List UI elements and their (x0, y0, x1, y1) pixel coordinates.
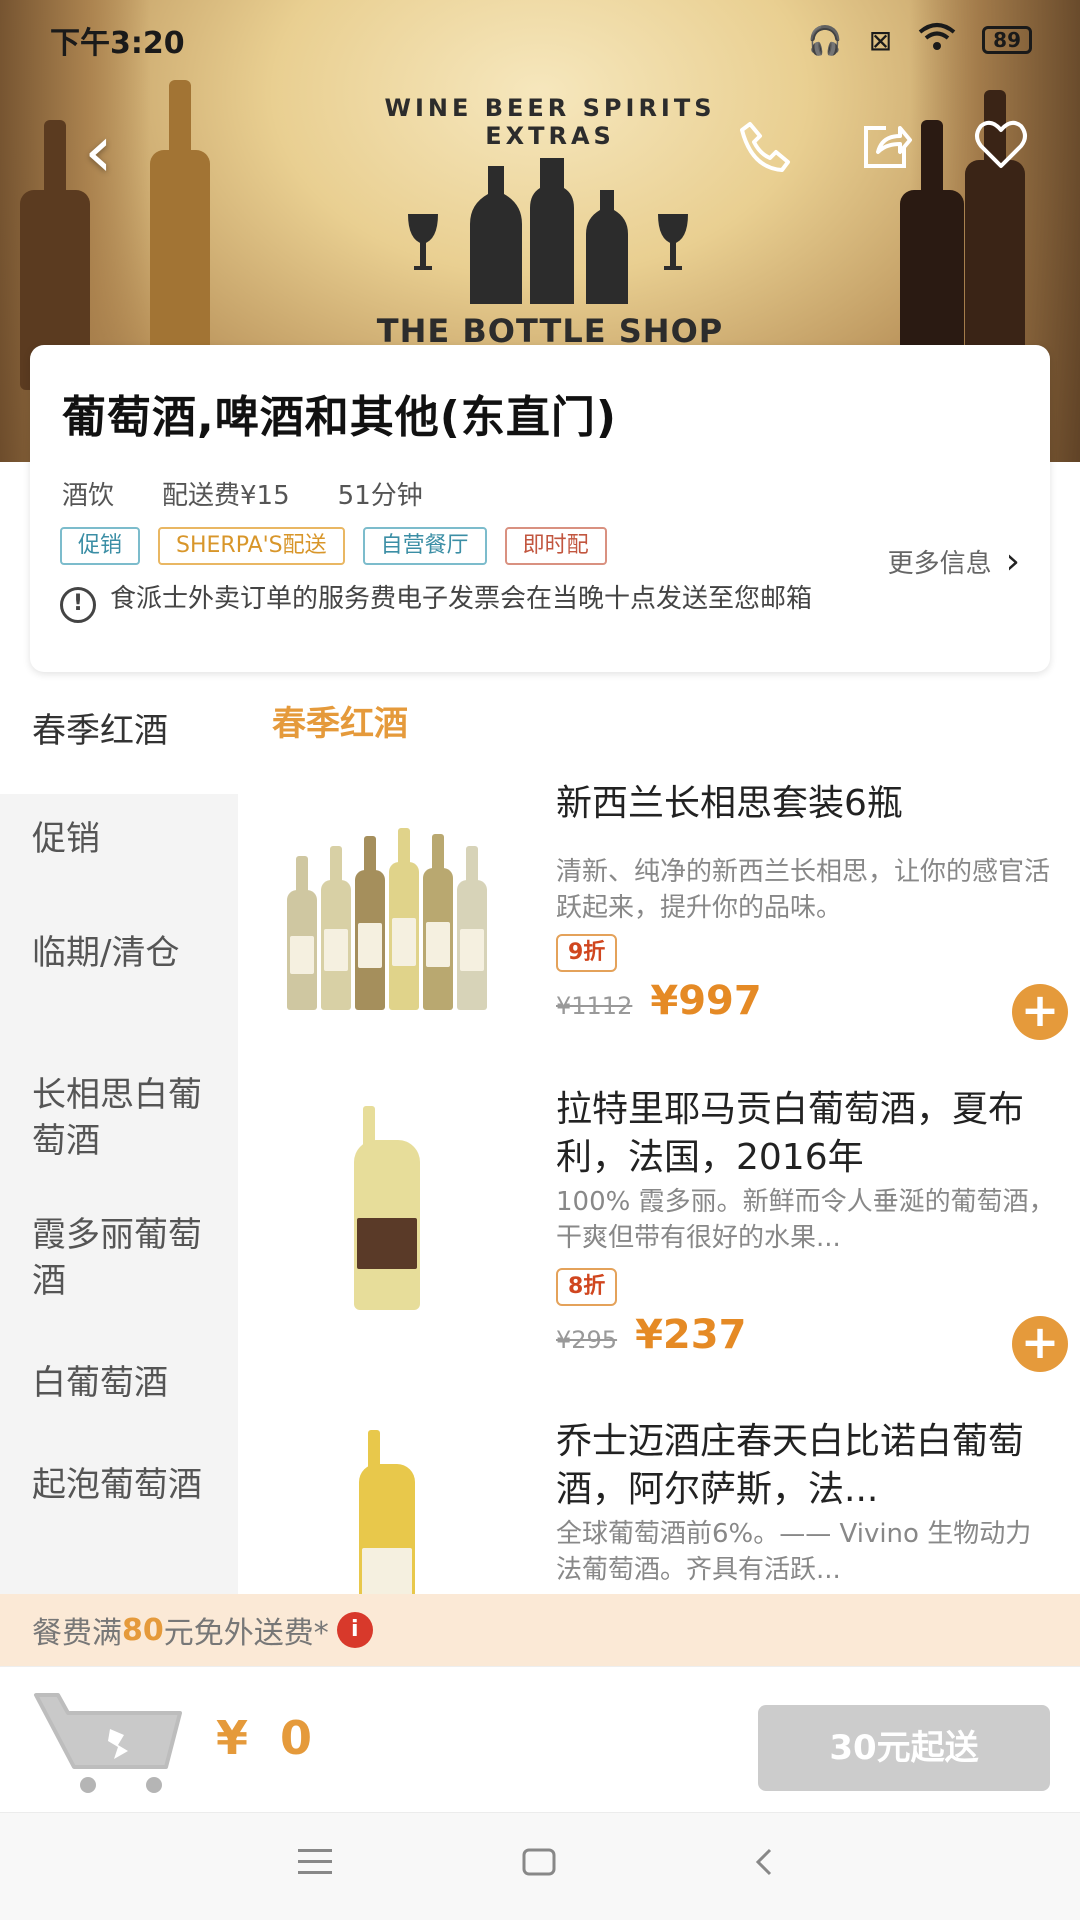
product-description: 100% 霞多丽。新鲜而令人垂涎的葡萄酒，干爽但带有很好的水果... (556, 1187, 1055, 1253)
cart-total: ¥ 0 (216, 1711, 321, 1765)
tag-promotion: 促销 (60, 527, 141, 565)
add-to-cart-button[interactable]: + (1012, 984, 1068, 1040)
delivery-time: 51分钟 (337, 481, 423, 511)
category-sidebar: 春季红酒 促销 临期/清仓 长相思白葡萄酒 霞多丽葡萄酒 白葡萄酒 起泡葡萄酒 (0, 676, 238, 1594)
menu-icon[interactable] (298, 1841, 332, 1887)
sidebar-item-clearance[interactable]: 临期/清仓 (0, 930, 210, 976)
original-price: ¥295 (556, 1326, 618, 1354)
free-delivery-prefix: 餐费满 (32, 1616, 122, 1651)
product-image (272, 1090, 502, 1310)
invoice-notice-text: 食派士外卖订单的服务费电子发票会在当晚十点发送至您邮箱 (110, 584, 813, 614)
free-delivery-amount: 80 (122, 1612, 164, 1648)
checkout-button[interactable]: 30元起送 (758, 1705, 1050, 1791)
phone-icon[interactable] (736, 118, 792, 190)
product-image (272, 790, 502, 1010)
system-navigation-bar (0, 1812, 1080, 1920)
price-row: ¥295 ¥237 (556, 1312, 746, 1358)
battery-indicator: 89 (982, 26, 1032, 54)
sidebar-item-spring-red-wine[interactable]: 春季红酒 (0, 676, 238, 794)
sidebar-item-sparkling-wine[interactable]: 起泡葡萄酒 (0, 1462, 210, 1508)
info-icon[interactable]: i (336, 1612, 373, 1648)
original-price: ¥1112 (556, 992, 633, 1020)
store-info-card: 葡萄酒,啤酒和其他(东直门) 酒饮 配送费¥15 51分钟 促销 SHERPA'… (30, 345, 1050, 672)
status-bar: 下午3:20 🎧 ⊠ 89 (0, 0, 1080, 80)
product-name: 拉特里耶马贡白葡萄酒，夏布利，法国，2016年 (556, 1089, 1025, 1178)
more-info-label: 更多信息 (887, 549, 992, 579)
wifi-icon (918, 22, 956, 59)
chevron-right-icon: › (1005, 541, 1020, 582)
more-info-link[interactable]: 更多信息 › (888, 541, 1020, 582)
tag-instant-delivery: 即时配 (504, 527, 607, 565)
tag-self-operated: 自营餐厅 (362, 527, 487, 565)
free-delivery-suffix: 元免外送费* (163, 1616, 329, 1651)
store-meta: 酒饮 配送费¥15 51分钟 (62, 475, 1018, 512)
current-price: ¥237 (635, 1312, 747, 1358)
invoice-notice: ! 食派士外卖订单的服务费电子发票会在当晚十点发送至您邮箱 (60, 581, 870, 623)
home-icon[interactable] (522, 1841, 556, 1887)
product-image (272, 1424, 502, 1594)
store-name: 葡萄酒,啤酒和其他(东直门) (62, 392, 617, 443)
shopping-cart-icon[interactable] (30, 1689, 190, 1797)
price-row: ¥1112 ¥997 (556, 978, 762, 1024)
status-time: 下午3:20 (50, 26, 185, 61)
store-category: 酒饮 (62, 481, 115, 511)
discount-badge: 8折 (556, 1268, 618, 1306)
cart-bar: ¥ 0 30元起送 (0, 1666, 1080, 1812)
sidebar-item-promotion[interactable]: 促销 (0, 816, 238, 862)
free-delivery-banner: 餐费满 80 元免外送费* i (0, 1594, 1080, 1666)
no-sim-icon: ⊠ (868, 23, 893, 57)
tag-sherpa-delivery: SHERPA'S配送 (158, 527, 345, 565)
sidebar-item-chardonnay[interactable]: 霞多丽葡萄酒 (0, 1212, 210, 1304)
store-tags: 促销 SHERPA'S配送 自营餐厅 即时配 (60, 527, 607, 565)
product-name: 新西兰长相思套装6瓶 (556, 783, 903, 824)
delivery-fee: 配送费¥15 (162, 481, 290, 511)
status-icons: 🎧 ⊠ 89 (808, 22, 1032, 59)
product-name: 乔士迈酒庄春天白比诺白葡萄酒，阿尔萨斯，法... (556, 1421, 1025, 1510)
lightbulb-icon: ! (60, 587, 96, 623)
discount-badge: 9折 (556, 934, 618, 972)
back-icon[interactable] (752, 1841, 776, 1887)
favorite-heart-icon[interactable] (972, 118, 1030, 190)
headphones-icon: 🎧 (807, 23, 843, 57)
product-card[interactable]: 乔士迈酒庄春天白比诺白葡萄酒，阿尔萨斯，法... 全球葡萄酒前6%。—— Viv… (238, 1412, 1080, 1594)
add-to-cart-button[interactable]: + (1012, 1316, 1068, 1372)
current-price: ¥997 (650, 978, 762, 1024)
product-description: 全球葡萄酒前6%。—— Vivino 生物动力法葡萄酒。齐具有活跃... (556, 1519, 1032, 1585)
section-title: 春季红酒 (272, 704, 408, 744)
product-card[interactable]: 拉特里耶马贡白葡萄酒，夏布利，法国，2016年 100% 霞多丽。新鲜而令人垂涎… (238, 1080, 1080, 1380)
top-action-bar: ‹ (0, 115, 1080, 198)
share-icon[interactable] (856, 118, 912, 190)
sidebar-item-white-wine[interactable]: 白葡萄酒 (0, 1360, 238, 1406)
product-description: 清新、纯净的新西兰长相思，让你的感官活跃起来，提升你的品味。 (556, 857, 1051, 923)
back-arrow-icon[interactable]: ‹ (84, 115, 113, 187)
sidebar-item-sauvignon-blanc[interactable]: 长相思白葡萄酒 (0, 1072, 210, 1164)
product-card[interactable]: 新西兰长相思套装6瓶 清新、纯净的新西兰长相思，让你的感官活跃起来，提升你的品味… (238, 770, 1080, 1060)
